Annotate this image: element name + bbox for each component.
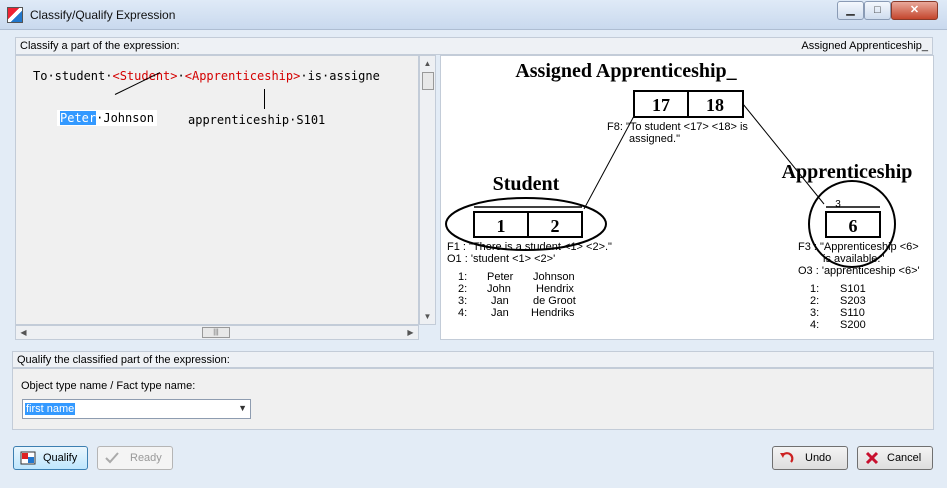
undo-label: Undo (805, 452, 832, 464)
student-object-text: O1 : 'student <1> <2>' (447, 253, 555, 265)
qualify-icon (20, 451, 36, 465)
apprenticeship-fact-text-2: is available." (823, 253, 884, 265)
object-type-value[interactable]: first name (25, 403, 76, 415)
student-population: 1: Peter Johnson 2: John Hendrix 3: Jan … (458, 271, 576, 319)
expression-text[interactable]: To·student·<Student>·<Apprenticeship>·is… (33, 69, 380, 83)
expression-mid: · (177, 69, 185, 83)
student-row-num: 2: (458, 283, 467, 295)
ready-button[interactable]: Ready (97, 446, 173, 470)
classify-header-label: Classify a part of the expression: (20, 40, 180, 52)
expression-suffix: ·is·assigne (300, 69, 380, 83)
title-bar: Classify/Qualify Expression ▁ □ ✕ (0, 0, 947, 30)
main-fact-title: Assigned Apprenticeship_ (515, 60, 737, 82)
scroll-up-icon[interactable]: ▲ (420, 56, 435, 71)
student-title: Student (493, 173, 560, 195)
apprenticeship-population: 1: S101 2: S203 3: S110 4: S200 (810, 283, 866, 331)
chevron-down-icon[interactable]: ▼ (238, 403, 247, 413)
classify-header: Classify a part of the expression: Assig… (15, 37, 933, 55)
role-6: 6 (849, 216, 858, 236)
selection-label: Assigned Apprenticeship_ (801, 40, 928, 52)
undo-icon (780, 452, 794, 463)
undo-button[interactable]: Undo (772, 446, 848, 470)
student-value-box[interactable]: Peter·Johnson (57, 110, 157, 126)
qualify-label: Qualify (43, 452, 78, 464)
apprenticeship-row-code: S101 (840, 283, 866, 295)
checkmark-icon (105, 452, 119, 464)
vertical-scrollbar[interactable]: ▲ ▼ (419, 55, 436, 325)
apprenticeship-value[interactable]: apprenticeship·S101 (188, 113, 325, 127)
connector-apprenticeship (742, 103, 825, 205)
apprenticeship-row-num: 3: (810, 307, 819, 319)
role-17: 17 (652, 95, 670, 115)
student-row-num: 3: (458, 295, 467, 307)
scroll-down-icon[interactable]: ▼ (420, 309, 435, 324)
apprenticeship-count: 3 (835, 199, 841, 210)
horizontal-scrollbar[interactable]: ◀ ||| ▶ (15, 325, 419, 340)
student-tag[interactable]: <Student> (112, 69, 177, 83)
student-row-num: 1: (458, 271, 467, 283)
selected-text[interactable]: Peter (60, 111, 97, 125)
cancel-button[interactable]: Cancel (857, 446, 933, 470)
window-title: Classify/Qualify Expression (30, 8, 176, 22)
scroll-left-icon[interactable]: ◀ (16, 326, 31, 339)
role-1: 1 (497, 216, 506, 236)
fact-diagram: Assigned Apprenticeship_ 17 18 F8: "To s… (445, 60, 920, 331)
apprenticeship-title: Apprenticeship (782, 161, 913, 183)
student-row-last: Johnson (533, 271, 575, 283)
ready-label: Ready (130, 452, 162, 464)
horizontal-scroll-thumb[interactable]: ||| (202, 327, 230, 338)
student-row-first: Jan (491, 307, 509, 319)
student-row-last: de Groot (533, 295, 576, 307)
student-row-last: Hendrix (536, 283, 574, 295)
apprenticeship-row-code: S110 (840, 307, 865, 319)
role-2: 2 (551, 216, 560, 236)
qualify-header: Qualify the classified part of the expre… (12, 351, 934, 368)
diagram-pane: Assigned Apprenticeship_ 17 18 F8: "To s… (440, 55, 934, 340)
student-row-first: Peter (487, 271, 514, 283)
object-type-label: Object type name / Fact type name: (21, 380, 196, 392)
student-row-num: 4: (458, 307, 467, 319)
minimize-button[interactable]: ▁ (837, 1, 864, 20)
student-row-first: John (487, 283, 511, 295)
cancel-label: Cancel (887, 452, 922, 464)
student-fact-text: F1 : "There is a student <1> <2>." (447, 241, 612, 253)
role-18: 18 (706, 95, 724, 115)
maximize-button[interactable]: □ (864, 1, 891, 20)
apprenticeship-object-text: O3 : 'apprenticeship <6>' (798, 265, 920, 277)
apprenticeship-row-num: 4: (810, 319, 819, 331)
expression-pane[interactable]: To·student·<Student>·<Apprenticeship>·is… (15, 55, 419, 325)
apprenticeship-tag[interactable]: <Apprenticeship> (185, 69, 301, 83)
app-icon (7, 7, 23, 23)
student-row-first: Jan (491, 295, 509, 307)
vertical-scroll-thumb[interactable] (422, 72, 434, 90)
object-type-combobox[interactable]: first name ▼ (22, 399, 251, 419)
apprenticeship-row-num: 2: (810, 295, 819, 307)
main-fact-text-2: assigned." (629, 133, 680, 145)
expression-prefix: To·student· (33, 69, 113, 83)
qualify-button[interactable]: Qualify (13, 446, 88, 470)
student-value-rest[interactable]: ·Johnson (96, 111, 154, 125)
close-button[interactable]: ✕ (891, 1, 938, 20)
qualify-group: Object type name / Fact type name: first… (12, 368, 934, 430)
apprenticeship-row-code: S200 (840, 319, 866, 331)
apprenticeship-row-num: 1: (810, 283, 819, 295)
connector-line-apprenticeship (264, 89, 265, 109)
cancel-icon (865, 451, 879, 465)
scroll-right-icon[interactable]: ▶ (403, 326, 418, 339)
student-row-last: Hendriks (531, 307, 575, 319)
qualify-header-label: Qualify the classified part of the expre… (17, 354, 230, 366)
apprenticeship-row-code: S203 (840, 295, 866, 307)
apprenticeship-fact-text-1: F3 : "Apprenticeship <6> (798, 241, 919, 253)
